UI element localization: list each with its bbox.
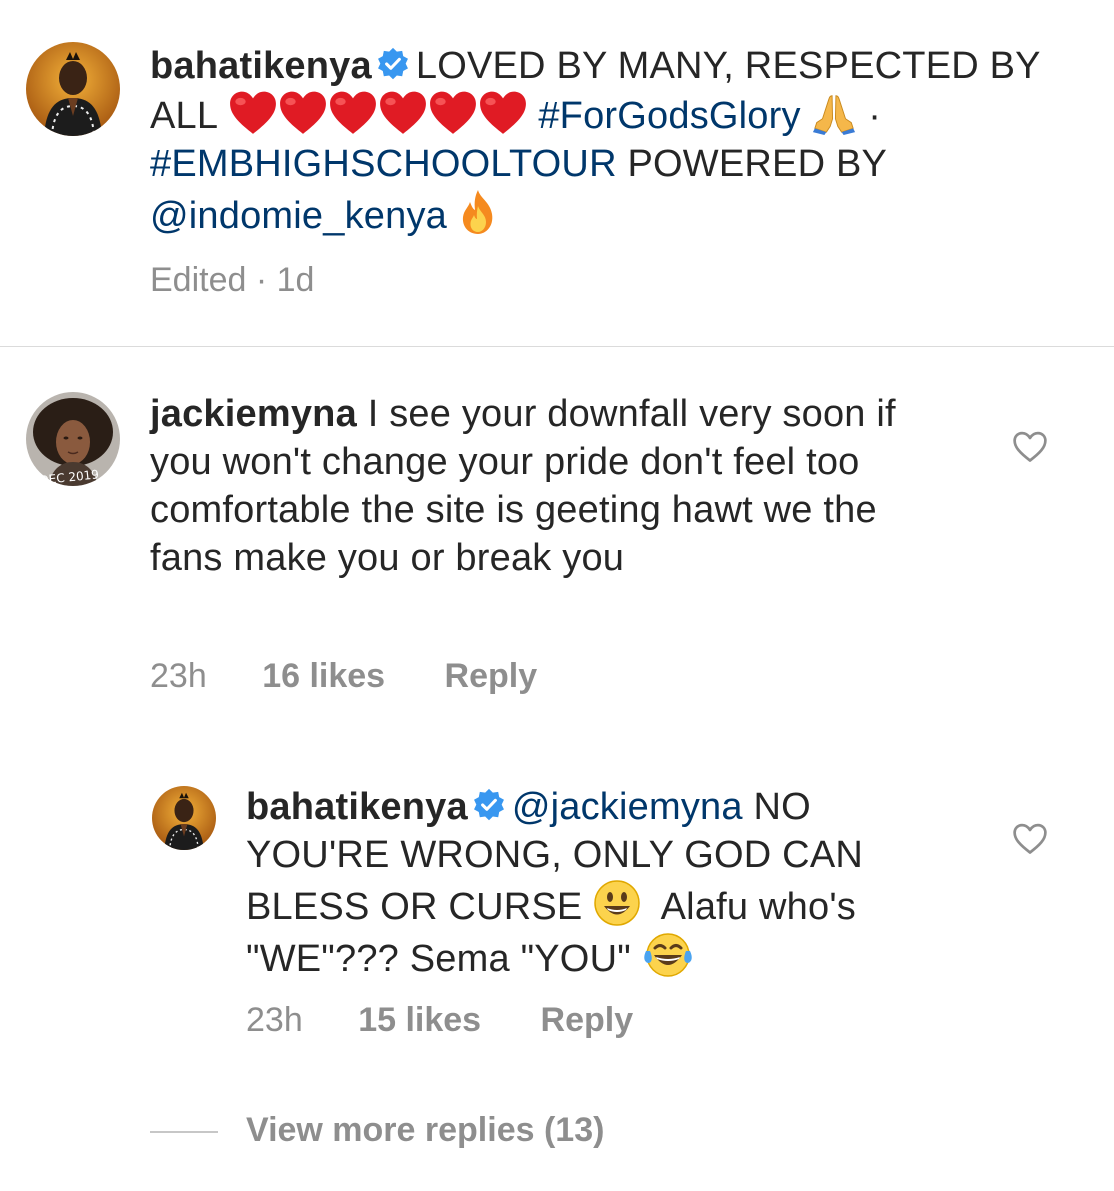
view-more-line: [150, 1131, 218, 1133]
comment-time: 23h: [150, 657, 207, 695]
red-heart-emoji: [278, 90, 328, 136]
edited-label: Edited: [150, 261, 247, 299]
comment-reply-button[interactable]: Reply: [445, 656, 538, 696]
post-meta: Edited · 1d: [150, 260, 314, 300]
hashtag-forgodsglory[interactable]: #ForGodsGlory: [538, 95, 800, 137]
folded-hands-emoji: [811, 90, 857, 136]
caption-powered-by: POWERED BY: [627, 143, 887, 185]
fire-emoji: [458, 188, 498, 236]
reply-reply-button[interactable]: Reply: [541, 1000, 634, 1040]
meta-dot: ·: [255, 261, 268, 299]
comment-body: jackiemyna I see your downfall very soon…: [150, 390, 950, 582]
heart-outline-icon[interactable]: [1012, 822, 1048, 856]
reply-mention[interactable]: @jackiemyna: [512, 786, 743, 828]
reply-meta: 23h 15 likes Reply: [246, 1000, 633, 1040]
smiley-emoji: [593, 879, 641, 927]
red-heart-emoji: [328, 90, 378, 136]
red-heart-emoji: [428, 90, 478, 136]
verified-badge-icon: [472, 788, 506, 822]
reply-author-avatar[interactable]: [152, 786, 216, 850]
red-heart-emoji: [478, 90, 528, 136]
comment-likes[interactable]: 16 likes: [262, 656, 385, 696]
post-caption: bahatikenya LOVED BY MANY, RESPECTED BY A…: [150, 42, 1070, 240]
red-heart-emoji: [378, 90, 428, 136]
post-time: 1d: [276, 261, 315, 299]
reply-likes[interactable]: 15 likes: [358, 1000, 481, 1040]
reply-author-username[interactable]: bahatikenya: [246, 786, 468, 828]
caption-separator: ·: [868, 95, 882, 137]
reply-body: bahatikenya @jackiemyna NO YOU'RE WRONG, …: [246, 783, 926, 983]
post-author-username[interactable]: bahatikenya: [150, 45, 372, 87]
hashtag-embhighschooltour[interactable]: #EMBHIGHSCHOOLTOUR: [150, 143, 617, 185]
red-hearts: [228, 95, 528, 137]
reply-time: 23h: [246, 1001, 303, 1039]
commenter-username[interactable]: jackiemyna: [150, 393, 357, 435]
tears-of-joy-emoji: [642, 931, 694, 979]
caption-divider: [0, 346, 1114, 347]
red-heart-emoji: [228, 90, 278, 136]
verified-badge-icon: [376, 47, 410, 81]
view-more-replies-button[interactable]: View more replies (13): [246, 1110, 604, 1150]
comment-meta: 23h 16 likes Reply: [150, 656, 537, 696]
mention-indomie-kenya[interactable]: @indomie_kenya: [150, 195, 447, 237]
heart-outline-icon[interactable]: [1012, 430, 1048, 464]
post-author-avatar[interactable]: [26, 42, 120, 136]
